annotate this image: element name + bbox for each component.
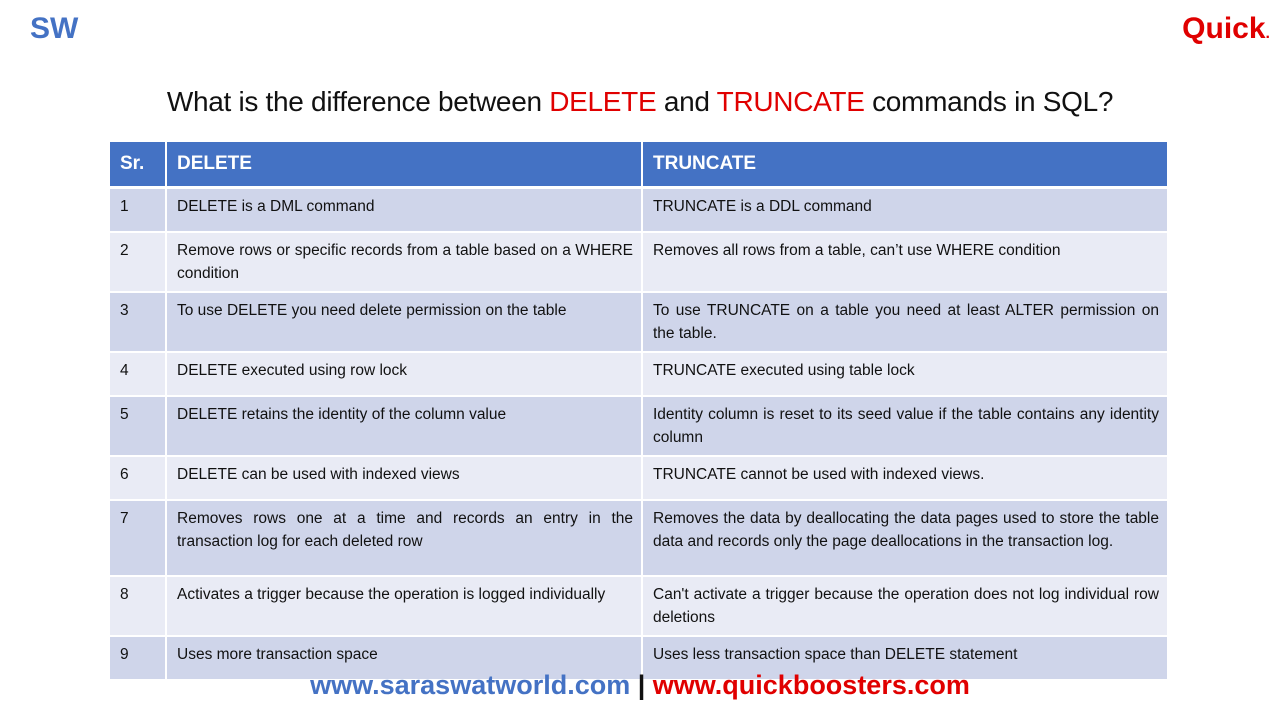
cell-delete: DELETE retains the identity of the colum… [166, 395, 643, 457]
cell-delete: Activates a trigger because the operatio… [166, 575, 643, 637]
cell-truncate: Removes all rows from a table, can’t use… [642, 231, 1169, 293]
cell-delete: DELETE can be used with indexed views [166, 455, 643, 501]
cell-truncate: Removes the data by deallocating the dat… [642, 499, 1169, 577]
table-header-row: Sr. DELETE TRUNCATE [110, 142, 1169, 189]
table-row: 3 To use DELETE you need delete permissio… [110, 291, 1169, 353]
cell-truncate: To use TRUNCATE on a table you need at l… [642, 291, 1169, 353]
title-term-truncate: TRUNCATE [716, 86, 865, 117]
header-truncate: TRUNCATE [642, 142, 1169, 189]
cell-sr: 8 [110, 575, 167, 637]
cell-sr: 2 [110, 231, 167, 293]
title-middle: and [656, 86, 717, 117]
title-prefix: What is the difference between [166, 86, 550, 117]
table-row: 7 Removes rows one at a time and records … [110, 499, 1169, 577]
cell-delete: Removes rows one at a time and records a… [166, 499, 643, 577]
cell-truncate: TRUNCATE executed using table lock [642, 351, 1169, 397]
cell-truncate: Identity column is reset to its seed val… [642, 395, 1169, 457]
cell-delete: DELETE executed using row lock [166, 351, 643, 397]
cell-sr: 4 [110, 351, 167, 397]
table-row: 8 Activates a trigger because the operati… [110, 575, 1169, 637]
cell-sr: 1 [110, 187, 167, 233]
cell-delete: Remove rows or specific records from a t… [166, 231, 643, 293]
table-row: 1 DELETE is a DML command TRUNCATE is a DD… [110, 187, 1169, 233]
cell-sr: 3 [110, 291, 167, 353]
header-sr: Sr. [110, 142, 167, 189]
quickboosters-logo: Quick. [1182, 12, 1270, 46]
quick-logo-dot: . [1265, 25, 1270, 42]
title-suffix: commands in SQL? [864, 86, 1114, 117]
table-row: 6 DELETE can be used with indexed views TR… [110, 455, 1169, 501]
cell-sr: 5 [110, 395, 167, 457]
cell-sr: 7 [110, 499, 167, 577]
quickboosters-link[interactable]: www.quickboosters.com [653, 670, 970, 700]
header-delete: DELETE [166, 142, 643, 189]
footer-separator: | [630, 670, 653, 700]
table-row: 5 DELETE retains the identity of the colu… [110, 395, 1169, 457]
cell-truncate: TRUNCATE is a DDL command [642, 187, 1169, 233]
cell-delete: To use DELETE you need delete permission… [166, 291, 643, 353]
cell-sr: 6 [110, 455, 167, 501]
comparison-table: Sr. DELETE TRUNCATE 1 DELETE is a DML com… [110, 142, 1169, 681]
footer-links: www.saraswatworld.com | www.quickbooster… [0, 670, 1280, 701]
cell-delete: DELETE is a DML command [166, 187, 643, 233]
cell-truncate: TRUNCATE cannot be used with indexed vie… [642, 455, 1169, 501]
cell-truncate: Can't activate a trigger because the ope… [642, 575, 1169, 637]
title-term-delete: DELETE [549, 86, 657, 117]
saraswatworld-link[interactable]: www.saraswatworld.com [310, 670, 630, 700]
saraswatworld-logo: SW [30, 12, 79, 45]
page-title: What is the difference between DELETE an… [0, 86, 1280, 118]
table-row: 4 DELETE executed using row lock TRUNCATE … [110, 351, 1169, 397]
quick-logo-text: Quick [1182, 12, 1266, 45]
table-row: 2 Remove rows or specific records from a … [110, 231, 1169, 293]
